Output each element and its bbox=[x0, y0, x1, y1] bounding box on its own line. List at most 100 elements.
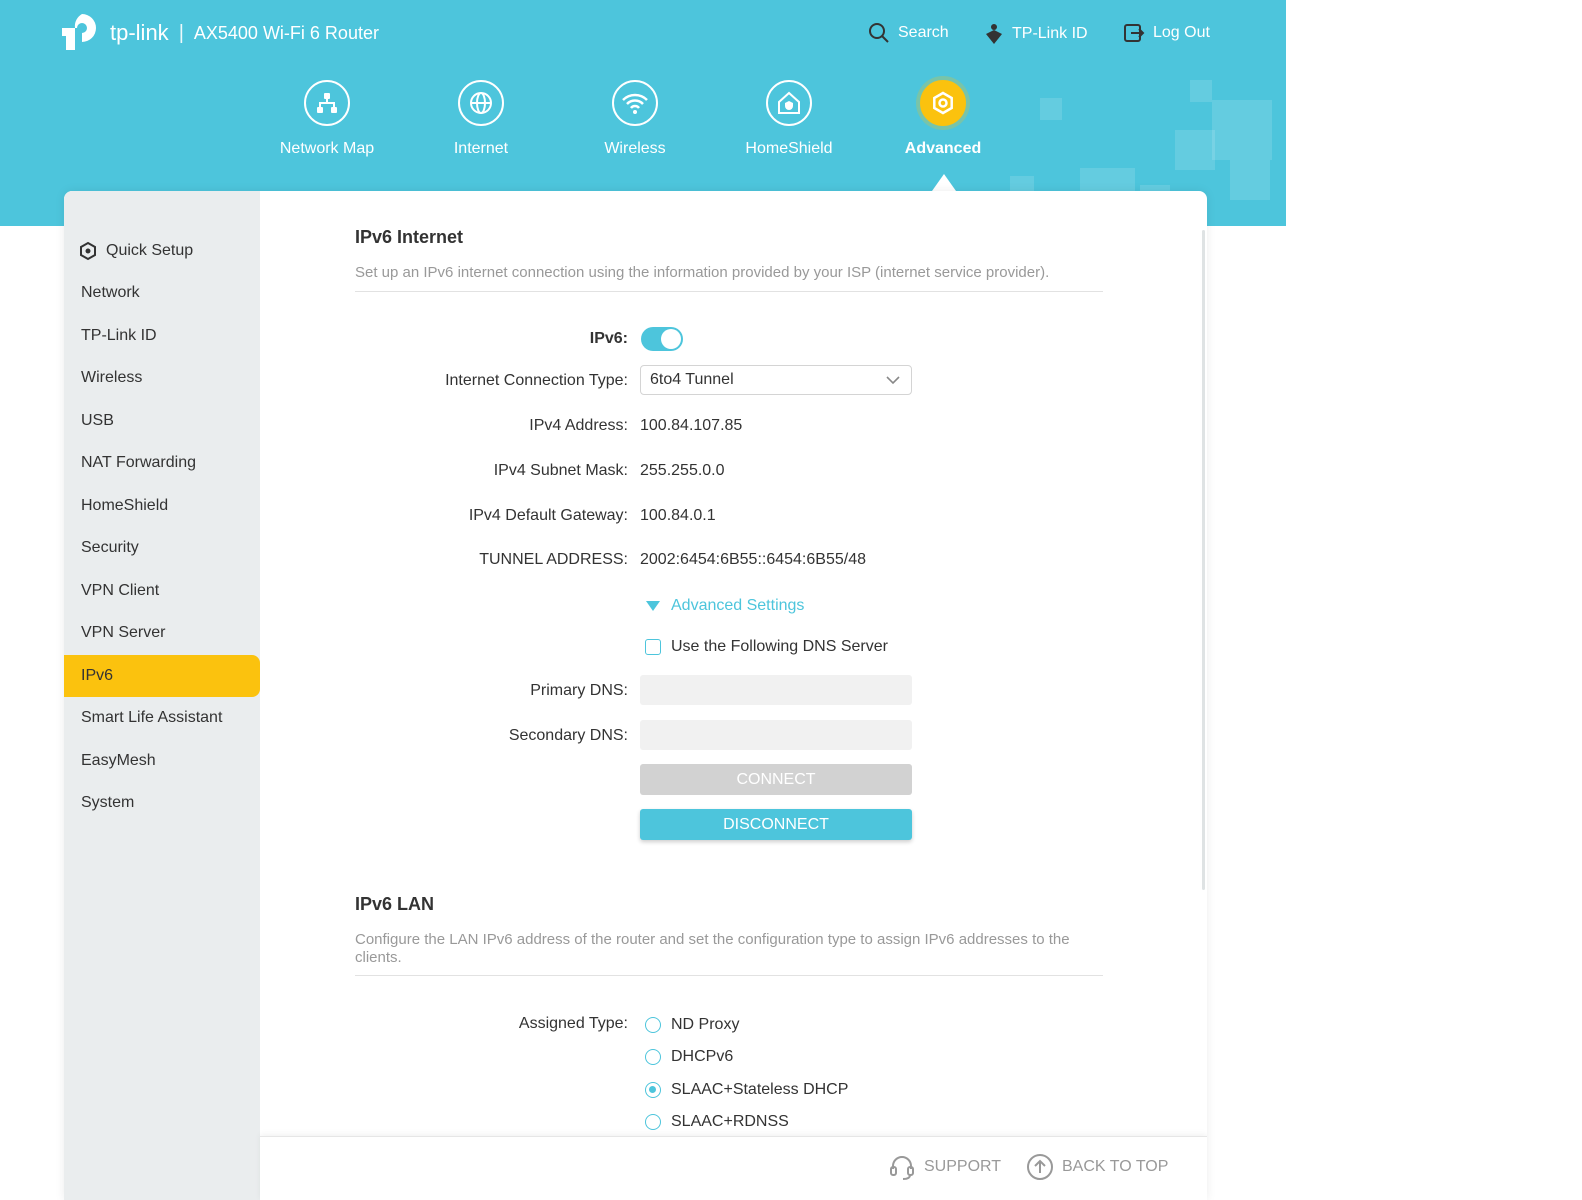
main-panel: Quick Setup Network TP-Link ID Wireless … bbox=[64, 191, 1207, 1200]
subnet-mask-value: 255.255.0.0 bbox=[640, 462, 725, 479]
sidebar-item-smart-life-assistant[interactable]: Smart Life Assistant bbox=[64, 698, 260, 738]
ipv6-label: IPv6: bbox=[589, 330, 628, 347]
sidebar-item-easymesh[interactable]: EasyMesh bbox=[64, 741, 260, 781]
nav-wireless[interactable]: Wireless bbox=[570, 80, 700, 158]
logout-button[interactable]: Log Out bbox=[1123, 22, 1210, 44]
sidebar-item-label: VPN Client bbox=[81, 582, 160, 599]
sidebar-item-nat-forwarding[interactable]: NAT Forwarding bbox=[64, 443, 260, 483]
nav-label: Internet bbox=[453, 140, 509, 157]
radio-nd-proxy[interactable]: ND Proxy bbox=[645, 1016, 739, 1034]
ipv4-address-value: 100.84.107.85 bbox=[640, 417, 743, 434]
radio-label: ND Proxy bbox=[671, 1016, 740, 1033]
nav-homeshield[interactable]: HomeShield bbox=[724, 80, 854, 158]
connect-button[interactable]: CONNECT bbox=[640, 764, 912, 795]
tunnel-address-value: 2002:6454:6B55::6454:6B55/48 bbox=[640, 551, 866, 568]
ipv4-address-label: IPv4 Address: bbox=[529, 417, 628, 434]
sidebar-item-label: IPv6 bbox=[81, 667, 114, 684]
tplink-logo: tp-link | AX5400 Wi-Fi 6 Router bbox=[62, 12, 379, 54]
ipv6-lan-title: IPv6 LAN bbox=[355, 894, 435, 914]
network-map-icon bbox=[317, 93, 337, 113]
checkbox-box[interactable] bbox=[645, 639, 661, 655]
sidebar-item-label: TP-Link ID bbox=[81, 327, 157, 344]
scrollbar[interactable] bbox=[1202, 230, 1205, 890]
headset-icon bbox=[890, 1156, 914, 1180]
logout-icon bbox=[1124, 24, 1145, 42]
radio-circle[interactable] bbox=[645, 1114, 661, 1130]
radio-dhcpv6[interactable]: DHCPv6 bbox=[645, 1048, 733, 1066]
search-icon bbox=[869, 23, 889, 43]
connection-type-select[interactable]: 6to4 Tunnel bbox=[640, 365, 912, 395]
sidebar-item-wireless[interactable]: Wireless bbox=[64, 358, 260, 398]
primary-dns-label: Primary DNS: bbox=[530, 682, 628, 699]
sidebar-item-label: NAT Forwarding bbox=[81, 454, 196, 471]
radio-label: SLAAC+RDNSS bbox=[671, 1113, 789, 1130]
tplink-id-button[interactable]: TP-Link ID bbox=[984, 22, 1088, 46]
advanced-settings-label: Advanced Settings bbox=[671, 597, 805, 614]
advanced-settings-toggle[interactable]: Advanced Settings bbox=[645, 597, 804, 615]
active-nav-caret bbox=[932, 174, 956, 191]
sidebar-item-security[interactable]: Security bbox=[64, 528, 260, 568]
tplink-id-label: TP-Link ID bbox=[1012, 25, 1088, 42]
footer-bar: SUPPORT BACK TO TOP bbox=[260, 1136, 1207, 1200]
quick-setup-gear-icon bbox=[80, 241, 96, 261]
nav-network-map[interactable]: Network Map bbox=[262, 80, 392, 158]
nav-internet[interactable]: Internet bbox=[416, 80, 546, 158]
globe-icon bbox=[470, 92, 492, 114]
nav-label: Wireless bbox=[604, 140, 666, 157]
disconnect-button[interactable]: DISCONNECT bbox=[640, 809, 912, 840]
sidebar-item-vpn-server[interactable]: VPN Server bbox=[64, 613, 260, 653]
search-label: Search bbox=[898, 24, 949, 41]
radio-slaac-stateless-dhcp[interactable]: SLAAC+Stateless DHCP bbox=[645, 1081, 848, 1099]
sidebar-item-network[interactable]: Network bbox=[64, 273, 260, 313]
ipv6-internet-description: Set up an IPv6 internet connection using… bbox=[355, 264, 1050, 281]
gateway-value: 100.84.0.1 bbox=[640, 507, 716, 524]
triangle-down-icon bbox=[646, 601, 660, 611]
sidebar-item-quick-setup[interactable]: Quick Setup bbox=[64, 231, 260, 271]
radio-circle[interactable] bbox=[645, 1049, 661, 1065]
sidebar-item-label: Smart Life Assistant bbox=[81, 709, 223, 726]
ipv6-lan-description: Configure the LAN IPv6 address of the ro… bbox=[355, 931, 1070, 966]
sidebar-item-usb[interactable]: USB bbox=[64, 401, 260, 441]
wifi-icon bbox=[622, 93, 648, 114]
sidebar-item-ipv6[interactable]: IPv6 bbox=[64, 655, 260, 697]
ipv6-internet-title: IPv6 Internet bbox=[355, 227, 464, 247]
nav-label: HomeShield bbox=[745, 140, 833, 157]
radio-label: DHCPv6 bbox=[671, 1048, 734, 1065]
primary-dns-input[interactable] bbox=[640, 675, 912, 705]
sidebar-item-label: HomeShield bbox=[81, 497, 169, 514]
tunnel-address-label: TUNNEL ADDRESS: bbox=[479, 551, 628, 568]
radio-circle-selected[interactable] bbox=[645, 1082, 661, 1098]
router-model: AX5400 Wi-Fi 6 Router bbox=[193, 22, 379, 43]
content-area: IPv6 Internet Set up an IPv6 internet co… bbox=[260, 191, 1207, 1200]
gear-icon bbox=[933, 91, 953, 115]
homeshield-icon bbox=[778, 91, 800, 114]
search-button[interactable]: Search bbox=[868, 22, 949, 44]
ipv6-toggle[interactable] bbox=[641, 327, 683, 351]
radio-slaac-rdnss[interactable]: SLAAC+RDNSS bbox=[645, 1113, 789, 1131]
radio-circle[interactable] bbox=[645, 1017, 661, 1033]
dns-checkbox[interactable]: Use the Following DNS Server bbox=[645, 638, 888, 656]
subnet-mask-label: IPv4 Subnet Mask: bbox=[493, 462, 628, 479]
sidebar-item-vpn-client[interactable]: VPN Client bbox=[64, 571, 260, 611]
sidebar-item-label: Quick Setup bbox=[106, 242, 194, 259]
connection-type-value: 6to4 Tunnel bbox=[650, 371, 734, 388]
sidebar-item-label: USB bbox=[81, 412, 114, 429]
sidebar-item-label: Wireless bbox=[81, 369, 143, 386]
support-link[interactable]: SUPPORT bbox=[888, 1153, 1001, 1181]
back-to-top-link[interactable]: BACK TO TOP bbox=[1026, 1153, 1168, 1181]
sidebar-item-homeshield[interactable]: HomeShield bbox=[64, 486, 260, 526]
brand-name: tp-link bbox=[110, 20, 169, 45]
gateway-label: IPv4 Default Gateway: bbox=[468, 507, 628, 524]
radio-label: SLAAC+Stateless DHCP bbox=[671, 1081, 849, 1098]
back-to-top-label: BACK TO TOP bbox=[1062, 1158, 1169, 1175]
sidebar-item-label: System bbox=[81, 794, 135, 811]
support-label: SUPPORT bbox=[924, 1158, 1002, 1175]
secondary-dns-label: Secondary DNS: bbox=[508, 727, 628, 744]
sidebar-item-label: VPN Server bbox=[81, 624, 166, 641]
sidebar-item-tplink-id[interactable]: TP-Link ID bbox=[64, 316, 260, 356]
secondary-dns-input[interactable] bbox=[640, 720, 912, 750]
sidebar-item-system[interactable]: System bbox=[64, 783, 260, 823]
section-divider bbox=[355, 975, 1103, 976]
tplink-id-icon bbox=[986, 24, 1002, 44]
nav-advanced[interactable]: Advanced bbox=[878, 80, 1008, 158]
